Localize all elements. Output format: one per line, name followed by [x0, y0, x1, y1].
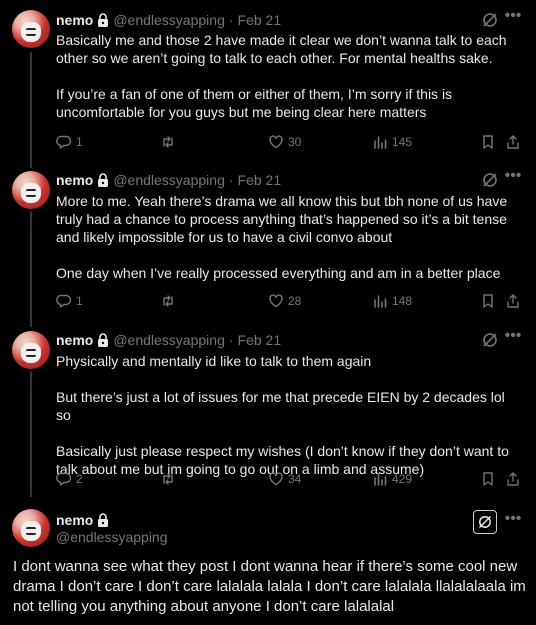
like-icon: [269, 294, 283, 308]
repost-button[interactable]: [160, 470, 180, 488]
bookmark-icon: [483, 135, 493, 149]
separator-dot: ·: [228, 172, 234, 188]
more-icon[interactable]: •••: [504, 8, 522, 29]
repost-button[interactable]: [160, 292, 180, 310]
handle[interactable]: @endlessyapping: [56, 529, 168, 545]
reply-button[interactable]: 2: [56, 470, 83, 488]
display-name[interactable]: nemo: [56, 172, 93, 188]
share-button[interactable]: [505, 292, 525, 310]
reply-count: 1: [76, 135, 83, 149]
display-name[interactable]: nemo: [56, 512, 93, 528]
handle[interactable]: @endlessyapping: [113, 172, 225, 188]
grok-icon[interactable]: [481, 331, 499, 349]
views-button[interactable]: 148: [372, 292, 412, 310]
bookmark-icon: [483, 472, 493, 486]
bookmark-button[interactable]: [480, 292, 500, 310]
more-icon[interactable]: •••: [504, 511, 522, 532]
share-icon: [507, 472, 519, 486]
reply-icon: [56, 294, 72, 308]
lock-icon: [97, 513, 109, 527]
bookmark-icon: [483, 294, 493, 308]
grok-icon: [478, 515, 492, 529]
thread-connector: [30, 372, 32, 497]
share-button[interactable]: [505, 133, 525, 151]
reply-button[interactable]: 1: [56, 292, 83, 310]
display-name-row: nemo: [56, 512, 113, 528]
like-button[interactable]: 30: [268, 133, 301, 151]
like-count: 30: [288, 135, 302, 149]
reply-count: 1: [76, 294, 83, 308]
views-count: 148: [392, 294, 413, 308]
avatar[interactable]: [12, 331, 50, 369]
tweet-header: nemo @endlessyapping · Feb 21: [56, 11, 281, 29]
avatar[interactable]: [12, 10, 50, 48]
handle[interactable]: @endlessyapping: [113, 332, 225, 348]
tweet-text: I dont wanna see what they post I dont w…: [13, 558, 530, 615]
views-count: 145: [392, 135, 413, 149]
share-icon: [507, 294, 519, 308]
display-name[interactable]: nemo: [56, 332, 93, 348]
action-bar: 2 34 429: [56, 470, 522, 488]
tweet-header: nemo @endlessyapping · Feb 21: [56, 171, 281, 189]
thread-connector: [30, 212, 32, 327]
grok-button[interactable]: [473, 510, 497, 534]
reply-count: 2: [76, 472, 83, 486]
repost-icon: [163, 295, 173, 307]
separator-dot: ·: [228, 12, 234, 28]
reply-button[interactable]: 1: [56, 133, 83, 151]
avatar[interactable]: [12, 509, 50, 547]
share-button[interactable]: [505, 470, 525, 488]
lock-icon: [97, 13, 109, 27]
reply-icon: [56, 135, 72, 149]
reply-icon: [56, 472, 72, 486]
views-count: 429: [392, 472, 413, 486]
like-icon: [269, 472, 283, 486]
tweet-text: Physically and mentally id like to talk …: [56, 353, 509, 477]
views-icon: [374, 473, 387, 486]
like-icon: [269, 135, 283, 149]
bookmark-button[interactable]: [480, 133, 500, 151]
more-icon[interactable]: •••: [504, 168, 522, 189]
repost-button[interactable]: [160, 133, 180, 151]
like-button[interactable]: 34: [268, 470, 301, 488]
tweet-header: nemo @endlessyapping · Feb 21: [56, 331, 281, 349]
display-name[interactable]: nemo: [56, 12, 93, 28]
more-icon[interactable]: •••: [504, 328, 522, 349]
handle[interactable]: @endlessyapping: [113, 12, 225, 28]
tweet-text: More to me. Yeah there’s drama we all kn…: [56, 193, 508, 281]
like-button[interactable]: 28: [268, 292, 301, 310]
bookmark-button[interactable]: [480, 470, 500, 488]
views-icon: [374, 295, 387, 308]
grok-icon[interactable]: [481, 171, 499, 189]
timestamp[interactable]: Feb 21: [238, 172, 282, 188]
like-count: 34: [288, 472, 302, 486]
lock-icon: [97, 333, 109, 347]
timestamp[interactable]: Feb 21: [238, 12, 282, 28]
repost-icon: [163, 136, 173, 148]
tweet-text: Basically me and those 2 have made it cl…: [56, 32, 507, 120]
views-icon: [374, 136, 387, 149]
separator-dot: ·: [228, 332, 234, 348]
views-button[interactable]: 145: [372, 133, 412, 151]
timestamp[interactable]: Feb 21: [238, 332, 282, 348]
lock-icon: [97, 173, 109, 187]
action-bar: 1 28 148: [56, 292, 522, 310]
avatar[interactable]: [12, 171, 50, 209]
like-count: 28: [288, 294, 302, 308]
thread-connector: [30, 52, 32, 168]
share-icon: [507, 135, 519, 149]
grok-icon[interactable]: [481, 11, 499, 29]
repost-icon: [163, 473, 173, 485]
action-bar: 1 30 145: [56, 133, 522, 151]
views-button[interactable]: 429: [372, 470, 412, 488]
